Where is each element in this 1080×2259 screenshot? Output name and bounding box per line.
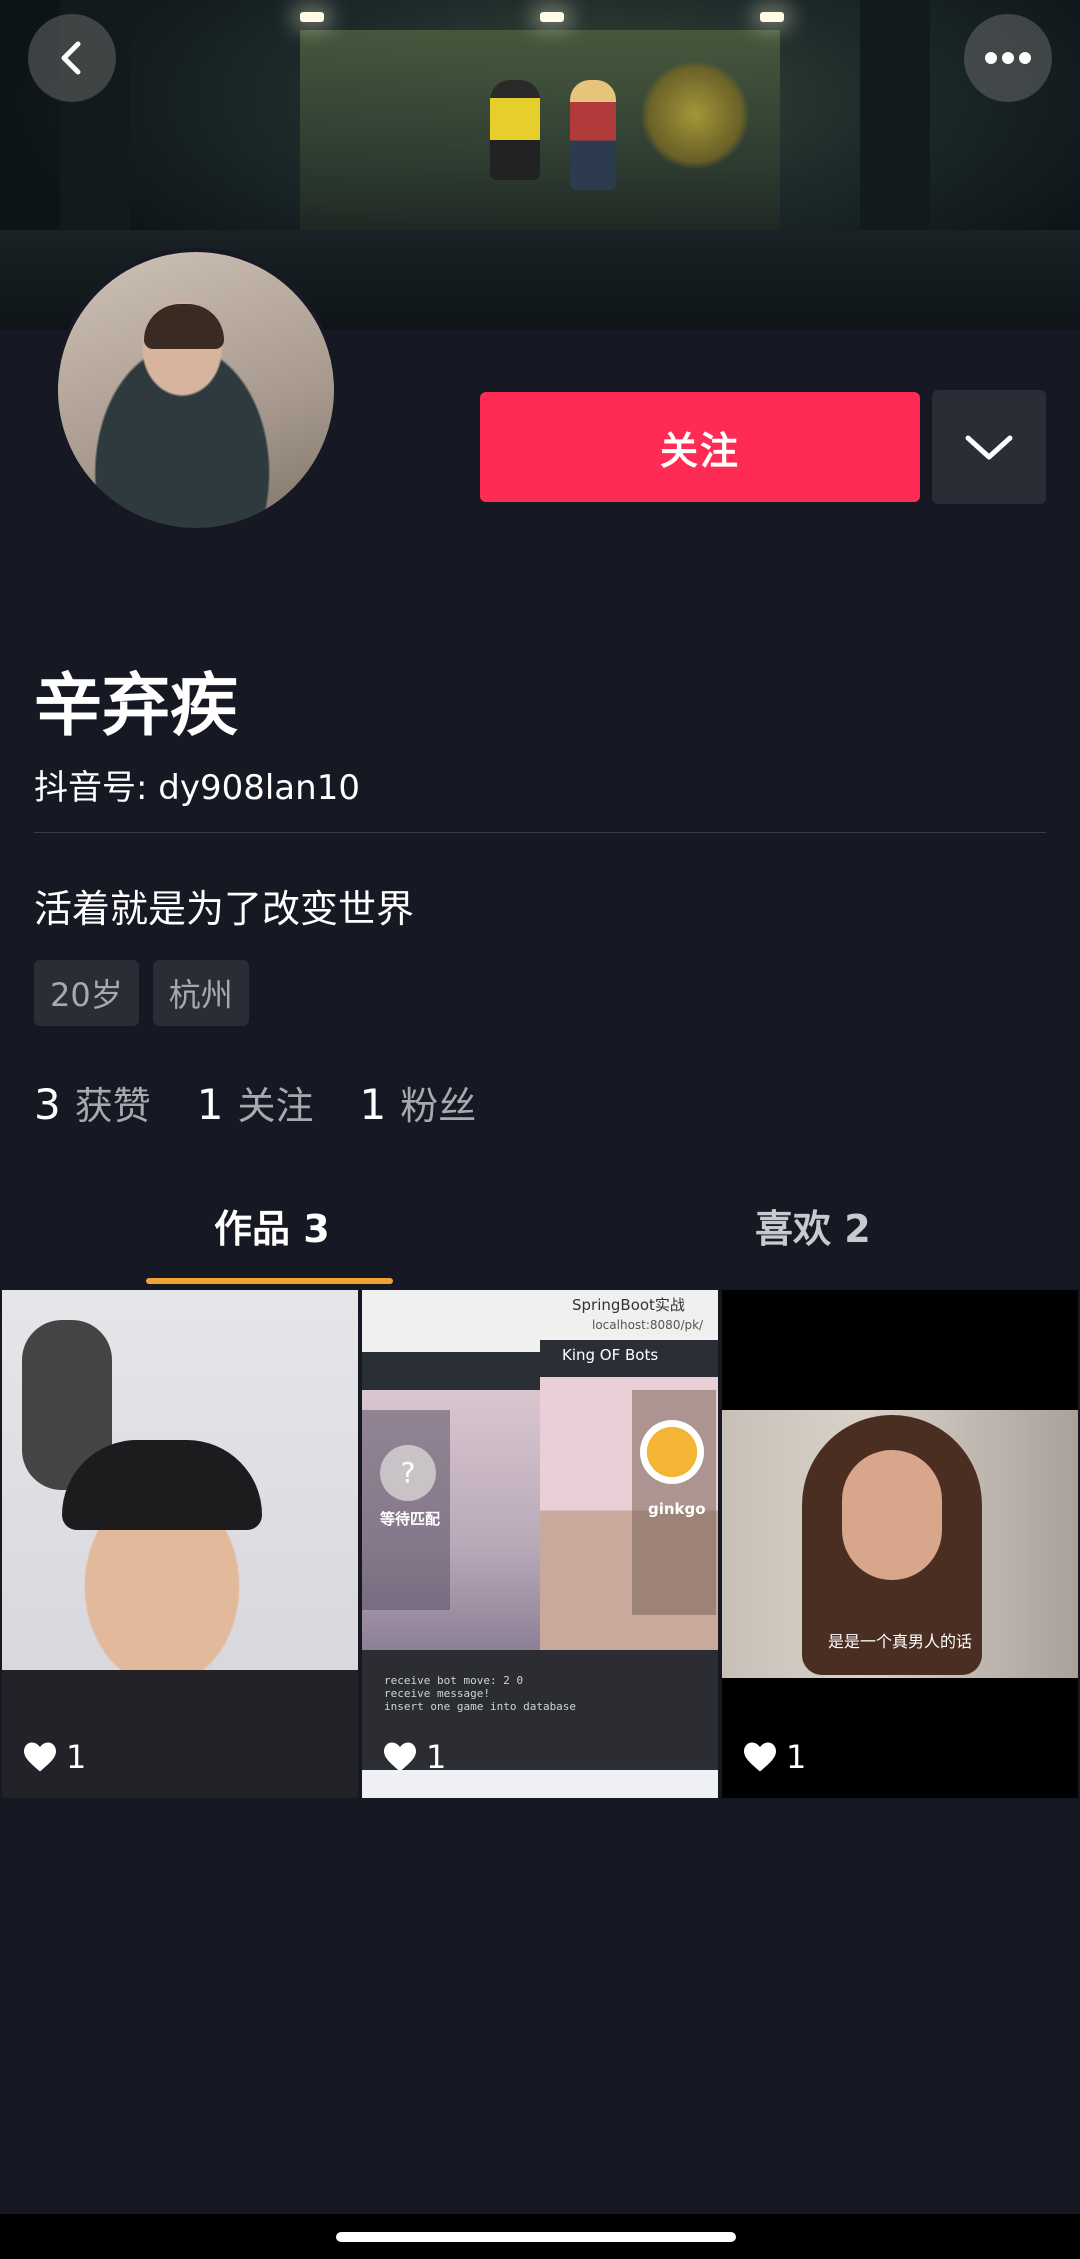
avatar[interactable] [54,248,338,532]
like-count-value: 1 [66,1738,87,1776]
console-line: receive message! [384,1687,490,1700]
screen-address: localhost:8080/pk/ [592,1318,704,1332]
like-count: 1 [742,1738,806,1776]
like-count: 1 [22,1738,86,1776]
heart-icon [384,1742,416,1772]
more-dots-icon [985,52,1031,64]
chevron-left-icon [61,41,81,75]
tab-indicator [146,1278,393,1284]
screen-player: ginkgo [648,1500,706,1518]
console-line: insert one game into database [384,1700,577,1713]
stat-following[interactable]: 1 关注 [197,1075,314,1130]
recommend-dropdown-button[interactable] [932,390,1046,504]
video-thumbnail[interactable]: 是是一个真男人的话 1 [722,1290,1078,1798]
screen-window-title: SpringBoot实战 [572,1296,685,1314]
screen-app-title: King OF Bots [562,1346,659,1364]
more-button[interactable] [964,14,1052,102]
video-thumbnail[interactable]: SpringBoot实战 localhost:8080/pk/ King OF … [362,1290,718,1798]
video-subtitle: 是是一个真男人的话 [827,1632,972,1651]
like-count-value: 1 [786,1738,807,1776]
tab-likes[interactable]: 喜欢 2 [755,1198,871,1253]
profile-name: 辛弃疾 [34,667,239,746]
location-tag: 杭州 [152,960,249,1026]
heart-icon [744,1742,776,1772]
like-count-value: 1 [426,1738,447,1776]
tab-works[interactable]: 作品 3 [214,1198,330,1253]
stat-likes-received[interactable]: 3 获赞 [34,1075,151,1130]
follow-button[interactable]: 关注 [480,392,920,502]
stat-label: 关注 [237,1084,314,1128]
back-button[interactable] [28,14,116,102]
age-tag: 20岁 [34,960,139,1026]
like-count: 1 [382,1738,446,1776]
chevron-down-icon [965,435,1013,460]
account-id: 抖音号: dy908lan10 [34,768,360,808]
profile-stats: 3 获赞 1 关注 1 粉丝 [34,1075,522,1130]
divider [34,832,1046,833]
home-indicator[interactable] [336,2232,736,2242]
stat-value: 1 [359,1080,387,1129]
video-grid: 1 SpringBoot实战 localhost:8080/pk/ King O… [0,1290,1080,1800]
content-tabs: 作品 3 喜欢 2 [0,1180,1080,1280]
stat-label: 获赞 [74,1084,151,1128]
bio: 活着就是为了改变世界 [34,887,415,931]
stat-label: 粉丝 [400,1084,477,1128]
console-line: receive bot move: 2 0 [384,1674,524,1687]
stat-followers[interactable]: 1 粉丝 [360,1075,477,1130]
stat-value: 1 [196,1080,224,1129]
profile-tags: 20岁 杭州 [34,960,249,1026]
stat-value: 3 [34,1080,61,1129]
heart-icon [24,1742,56,1772]
screen-waiting: 等待匹配 [380,1510,441,1528]
video-thumbnail[interactable]: 1 [2,1290,358,1798]
